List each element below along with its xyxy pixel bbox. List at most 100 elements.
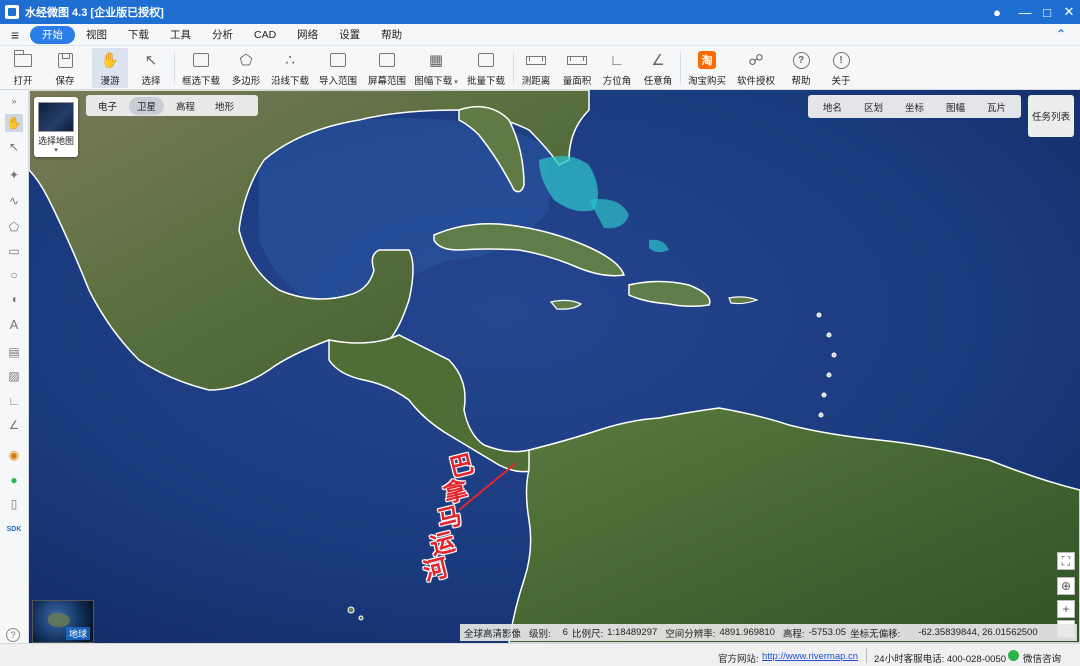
close-button[interactable]: ✕ bbox=[1058, 0, 1080, 24]
sdk-icon[interactable]: SDK bbox=[5, 520, 23, 538]
task-list-button[interactable]: 任务列表 bbox=[1028, 95, 1074, 137]
sheet-download-button[interactable]: ▦ 图幅下载 ▾ bbox=[414, 48, 458, 88]
polygon-icon[interactable]: ⬠ bbox=[5, 218, 23, 236]
azimuth-icon[interactable]: ∟ bbox=[5, 392, 23, 410]
area-icon[interactable]: ▨ bbox=[5, 367, 23, 385]
site-link[interactable]: http://www.rivermap.cn bbox=[762, 651, 858, 662]
minimize-button[interactable]: — bbox=[1014, 0, 1036, 24]
about-button[interactable]: ! 关于 bbox=[826, 48, 856, 88]
menu-item-0[interactable]: 开始 bbox=[30, 25, 75, 44]
import-range-button[interactable]: 导入范围 bbox=[318, 48, 358, 88]
sector-icon[interactable]: ◖ bbox=[5, 290, 23, 308]
menu-item-4[interactable]: 分析 bbox=[202, 26, 243, 44]
locate-icon[interactable]: ⊕ bbox=[1057, 577, 1075, 595]
batch-icon bbox=[476, 50, 496, 70]
fullscreen-icon[interactable]: ⛶ bbox=[1057, 552, 1075, 570]
folder-icon bbox=[13, 49, 33, 70]
menu-item-8[interactable]: 帮助 bbox=[371, 26, 412, 44]
area-icon bbox=[567, 50, 587, 70]
basemap-tab-2[interactable]: 高程 bbox=[168, 97, 203, 115]
map-layer-selector[interactable]: 选择地图 ▾ bbox=[34, 97, 78, 157]
menu-item-5[interactable]: CAD bbox=[244, 26, 286, 44]
basemap-tab-0[interactable]: 电子 bbox=[90, 97, 125, 115]
basemap-tabs: 电子 卫星 高程 地形 bbox=[86, 95, 258, 116]
tool-sidebar: » ✋ ↖ ✦ ∿ ⬠ ▭ ○ ◖ A ▤ ▨ ∟ ∠ ◉ ● ▯ SDK bbox=[0, 90, 29, 643]
coord-label: 坐标无偏移: bbox=[850, 628, 901, 640]
toolbar-divider bbox=[174, 52, 175, 84]
overlay-tab-4[interactable]: 瓦片 bbox=[976, 100, 1017, 114]
imagery-source: 全球高清影像 bbox=[464, 628, 522, 640]
basemap-tab-1[interactable]: 卫星 bbox=[129, 96, 165, 115]
title-bar: 水经微图 4.3 [企业版已授权] ● — □ ✕ bbox=[0, 0, 1080, 24]
hand-icon: ✋ bbox=[100, 52, 120, 69]
menu-item-1[interactable]: 视图 bbox=[76, 26, 117, 44]
collapse-ribbon-icon[interactable]: ⌃ bbox=[1056, 27, 1066, 41]
menu-item-3[interactable]: 工具 bbox=[160, 26, 201, 44]
text-icon[interactable]: A bbox=[5, 315, 23, 333]
batch-download-button[interactable]: 批量下载 bbox=[466, 48, 506, 88]
zoom-in-button[interactable]: + bbox=[1057, 600, 1075, 618]
marker-icon[interactable]: ✦ bbox=[5, 166, 23, 184]
menu-item-7[interactable]: 设置 bbox=[329, 26, 370, 44]
menu-item-2[interactable]: 下载 bbox=[118, 26, 159, 44]
angle-icon[interactable]: ∠ bbox=[5, 416, 23, 434]
line-download-button[interactable]: ∴ 沿线下载 bbox=[270, 48, 310, 88]
frame-download-button[interactable]: 框选下载 bbox=[180, 48, 222, 88]
polyline-icon[interactable]: ∿ bbox=[5, 192, 23, 210]
roam-button[interactable]: ✋ 漫游 bbox=[92, 48, 128, 88]
overlay-tab-3[interactable]: 图幅 bbox=[935, 100, 976, 114]
green-circle-icon[interactable]: ● bbox=[5, 471, 23, 489]
expand-sidebar-icon[interactable]: » bbox=[5, 92, 23, 110]
polygon-button[interactable]: ⬠ 多边形 bbox=[229, 48, 263, 88]
rectangle-icon[interactable]: ▭ bbox=[5, 242, 23, 260]
phone-icon[interactable]: ▯ bbox=[5, 495, 23, 513]
ruler-icon[interactable]: ▤ bbox=[5, 343, 23, 361]
circle-icon[interactable]: ○ bbox=[5, 266, 23, 284]
hand-icon[interactable]: ✋ bbox=[5, 114, 23, 132]
globe-icon bbox=[48, 613, 70, 627]
measure-distance-button[interactable]: 测距离 bbox=[519, 48, 553, 88]
license-button[interactable]: ☍ 软件授权 bbox=[735, 48, 777, 88]
status-bar: ? 官方网站: http://www.rivermap.cn 24小时客服电话:… bbox=[0, 628, 1080, 666]
globe-view-button[interactable]: 地球 bbox=[32, 600, 94, 643]
wechat-consult-link[interactable]: 微信咨询 bbox=[1023, 651, 1061, 665]
hamburger-menu-icon[interactable]: ≡ bbox=[0, 27, 30, 43]
site-label: 官方网站: bbox=[718, 654, 759, 665]
maximize-button[interactable]: □ bbox=[1036, 0, 1058, 24]
azimuth-button[interactable]: ∟ 方位角 bbox=[600, 48, 634, 88]
frame-download-icon bbox=[191, 50, 211, 70]
menu-item-6[interactable]: 网络 bbox=[287, 26, 328, 44]
polyline-icon: ∴ bbox=[285, 52, 295, 69]
level-label: 级别: bbox=[529, 628, 551, 640]
basemap-tab-3[interactable]: 地形 bbox=[207, 97, 242, 115]
screen-range-button[interactable]: 屏幕范围 bbox=[367, 48, 407, 88]
measure-area-button[interactable]: 量面积 bbox=[560, 48, 594, 88]
overlay-tab-1[interactable]: 区划 bbox=[853, 100, 894, 114]
level-value: 6 bbox=[562, 627, 568, 638]
map-status-info: 全球高清影像 级别: 6 比例尺: 1:18489297 空间分辨率: 4891… bbox=[460, 624, 1077, 641]
overlay-tab-0[interactable]: 地名 bbox=[812, 100, 853, 114]
taobao-icon: 淘 bbox=[697, 50, 717, 70]
app-logo-icon bbox=[5, 5, 19, 19]
map-view[interactable]: 选择地图 ▾ 电子 卫星 高程 地形 地名 区划 坐标 图幅 瓦片 任务列表 巴拿马运河 地球… bbox=[29, 90, 1080, 643]
resolution-value: 4891.969810 bbox=[719, 627, 775, 638]
overlay-tab-2[interactable]: 坐标 bbox=[894, 100, 935, 114]
map-thumbnail bbox=[38, 102, 74, 132]
chevron-down-icon: ▾ bbox=[54, 147, 58, 154]
taobao-buy-button[interactable]: 淘 淘宝购买 bbox=[686, 48, 728, 88]
user-icon[interactable]: ● bbox=[986, 0, 1008, 24]
save-button[interactable]: 保存 bbox=[48, 48, 82, 88]
ribbon-toolbar: 打开 保存 ✋ 漫游 ↖ 选择 框选下载 ⬠ 多边形 ∴ 沿线下载 导入范围 屏… bbox=[0, 46, 1080, 90]
footer-divider bbox=[866, 648, 867, 663]
help-icon[interactable]: ? bbox=[6, 628, 20, 642]
panama-canal-annotation: 巴拿马运河 bbox=[411, 446, 477, 586]
help-button[interactable]: ? 帮助 bbox=[786, 48, 816, 88]
layer-icon[interactable]: ◉ bbox=[5, 446, 23, 464]
select-button[interactable]: ↖ 选择 bbox=[134, 48, 168, 88]
open-button[interactable]: 打开 bbox=[6, 48, 40, 88]
pointer-icon[interactable]: ↖ bbox=[5, 138, 23, 156]
import-icon bbox=[328, 50, 348, 70]
help-icon: ? bbox=[791, 50, 811, 70]
any-angle-button[interactable]: ∠ 任意角 bbox=[641, 48, 675, 88]
coord-value: -62.35839844, 26.01562500 bbox=[918, 627, 1038, 638]
